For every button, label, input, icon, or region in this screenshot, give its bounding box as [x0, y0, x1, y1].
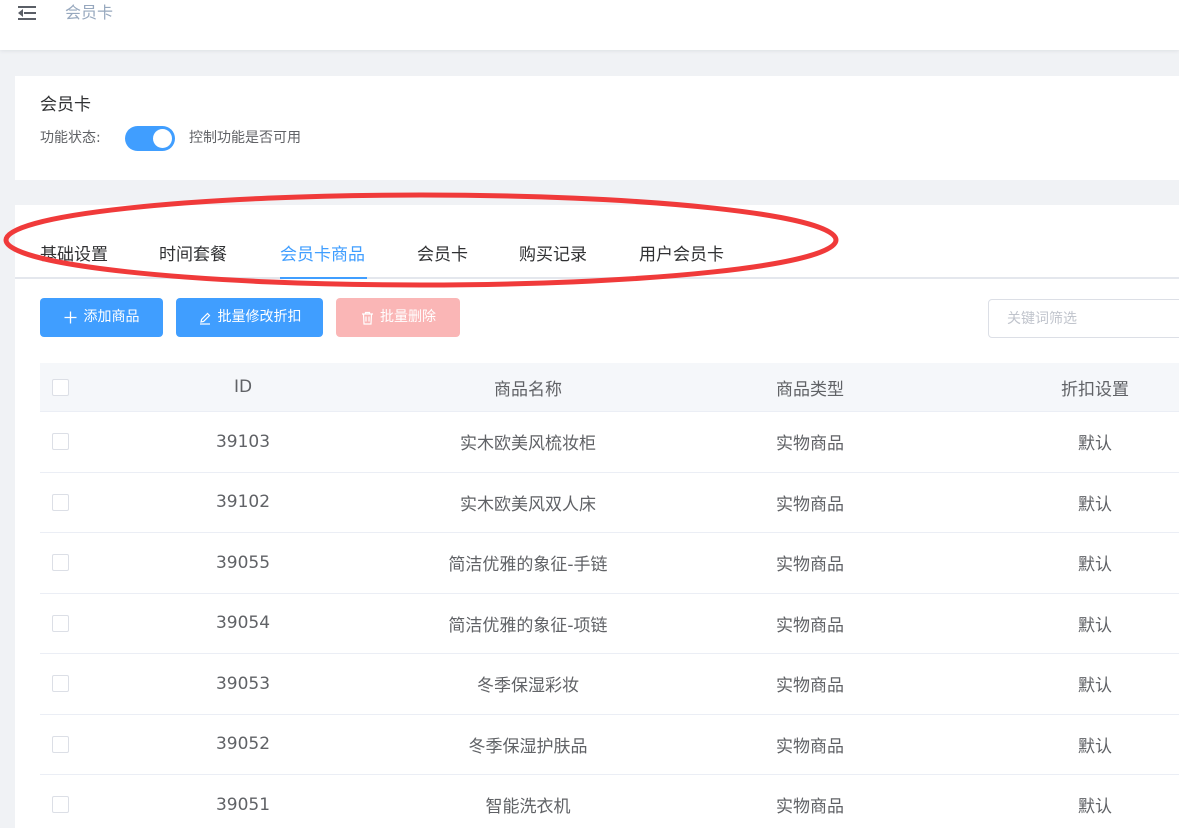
cell-id: 39051: [215, 794, 271, 815]
add-goods-button[interactable]: 添加商品: [40, 298, 163, 337]
cell-name: 简洁优雅的象征-手链: [448, 555, 608, 576]
cell-name: 实木欧美风梳妆柜: [460, 434, 596, 455]
select-all-checkbox[interactable]: [52, 378, 69, 396]
tab-bar-divider: [15, 277, 1179, 279]
column-header-type: 商品类型: [776, 379, 844, 400]
table-row: 39052 冬季保湿护肤品 实物商品 默认: [40, 714, 1179, 775]
hamburger-icon[interactable]: [18, 6, 38, 22]
row-checkbox-cell: [40, 594, 92, 654]
row-checkbox[interactable]: [52, 796, 69, 814]
cell-type: 实物商品: [776, 615, 844, 636]
row-checkbox-cell: [40, 654, 92, 714]
header-checkbox-cell: [40, 363, 92, 411]
cell-discount: 默认: [1078, 797, 1112, 818]
cell-id: 39054: [215, 613, 271, 634]
table-row: 39053 冬季保湿彩妆 实物商品 默认: [40, 654, 1179, 715]
tab-bar: 基础设置 时间套餐 会员卡商品 会员卡 购买记录 用户会员卡: [15, 205, 1179, 279]
trash-icon: [360, 311, 374, 325]
cell-name: 简洁优雅的象征-项链: [448, 615, 608, 636]
column-header-discount: 折扣设置: [1061, 379, 1129, 400]
column-header-name: 商品名称: [494, 379, 562, 400]
cell-type: 实物商品: [776, 676, 844, 697]
cell-id: 39103: [215, 431, 271, 452]
feature-title: 会员卡: [40, 95, 91, 115]
row-checkbox[interactable]: [52, 614, 69, 632]
cell-discount: 默认: [1078, 434, 1112, 455]
cell-id: 39055: [215, 552, 271, 573]
cell-discount: 默认: [1078, 494, 1112, 515]
cell-id: 39102: [215, 492, 271, 513]
table-row: 39051 智能洗衣机 实物商品 默认: [40, 775, 1179, 828]
goods-table: ID 商品名称 商品类型 折扣设置 39103 实木欧美风梳妆柜 实物商品 默认…: [40, 363, 1179, 828]
row-checkbox[interactable]: [52, 554, 69, 572]
tab-time-package[interactable]: 时间套餐: [159, 243, 227, 267]
member-card-goods-panel: 基础设置 时间套餐 会员卡商品 会员卡 购买记录 用户会员卡 添加商品 批量修改…: [15, 205, 1179, 828]
breadcrumb: 会员卡: [65, 3, 114, 22]
row-checkbox-cell: [40, 715, 92, 775]
cell-id: 39053: [215, 673, 271, 694]
keyword-filter-input[interactable]: [988, 299, 1179, 338]
row-checkbox-cell: [40, 412, 92, 472]
cell-type: 实物商品: [776, 797, 844, 818]
tab-purchase-records[interactable]: 购买记录: [519, 243, 587, 267]
table-row: 39054 简洁优雅的象征-项链 实物商品 默认: [40, 593, 1179, 654]
status-description: 控制功能是否可用: [189, 130, 301, 146]
batch-delete-label: 批量删除: [380, 309, 436, 325]
cell-discount: 默认: [1078, 615, 1112, 636]
cell-discount: 默认: [1078, 555, 1112, 576]
cell-discount: 默认: [1078, 736, 1112, 757]
cell-name: 冬季保湿彩妆: [477, 676, 579, 697]
cell-type: 实物商品: [776, 434, 844, 455]
tab-basic-settings[interactable]: 基础设置: [40, 243, 108, 267]
cell-name: 智能洗衣机: [485, 797, 571, 818]
pencil-icon: [198, 311, 212, 325]
table-row: 39102 实木欧美风双人床 实物商品 默认: [40, 472, 1179, 533]
cell-type: 实物商品: [776, 736, 844, 757]
feature-status-card: 会员卡 功能状态: 控制功能是否可用: [15, 76, 1179, 180]
row-checkbox[interactable]: [52, 735, 69, 753]
row-checkbox-cell: [40, 775, 92, 828]
tab-member-card[interactable]: 会员卡: [417, 243, 468, 267]
switch-knob: [153, 129, 172, 148]
batch-edit-discount-button[interactable]: 批量修改折扣: [176, 298, 323, 337]
add-goods-label: 添加商品: [83, 309, 140, 325]
table-header: ID 商品名称 商品类型 折扣设置: [40, 363, 1179, 412]
cell-name: 实木欧美风双人床: [460, 494, 596, 515]
top-navbar: 会员卡: [0, 0, 1179, 50]
row-checkbox[interactable]: [52, 433, 69, 451]
cell-type: 实物商品: [776, 494, 844, 515]
tab-user-member-card[interactable]: 用户会员卡: [639, 243, 724, 267]
cell-id: 39052: [215, 734, 271, 755]
tab-active-indicator: [280, 277, 367, 279]
feature-status-switch[interactable]: [125, 126, 175, 151]
table-row: 39055 简洁优雅的象征-手链 实物商品 默认: [40, 533, 1179, 594]
row-checkbox[interactable]: [52, 675, 69, 693]
cell-type: 实物商品: [776, 555, 844, 576]
cell-name: 冬季保湿护肤品: [468, 736, 588, 757]
row-checkbox-cell: [40, 473, 92, 533]
cell-discount: 默认: [1078, 676, 1112, 697]
plus-icon: [64, 311, 78, 325]
status-label: 功能状态:: [40, 130, 101, 146]
batch-edit-discount-label: 批量修改折扣: [217, 309, 302, 325]
column-header-id: ID: [233, 377, 253, 397]
row-checkbox[interactable]: [52, 493, 69, 511]
tab-member-card-goods[interactable]: 会员卡商品: [280, 243, 365, 267]
table-row: 39103 实木欧美风梳妆柜 实物商品 默认: [40, 412, 1179, 473]
row-checkbox-cell: [40, 533, 92, 593]
batch-delete-button[interactable]: 批量删除: [336, 298, 460, 337]
